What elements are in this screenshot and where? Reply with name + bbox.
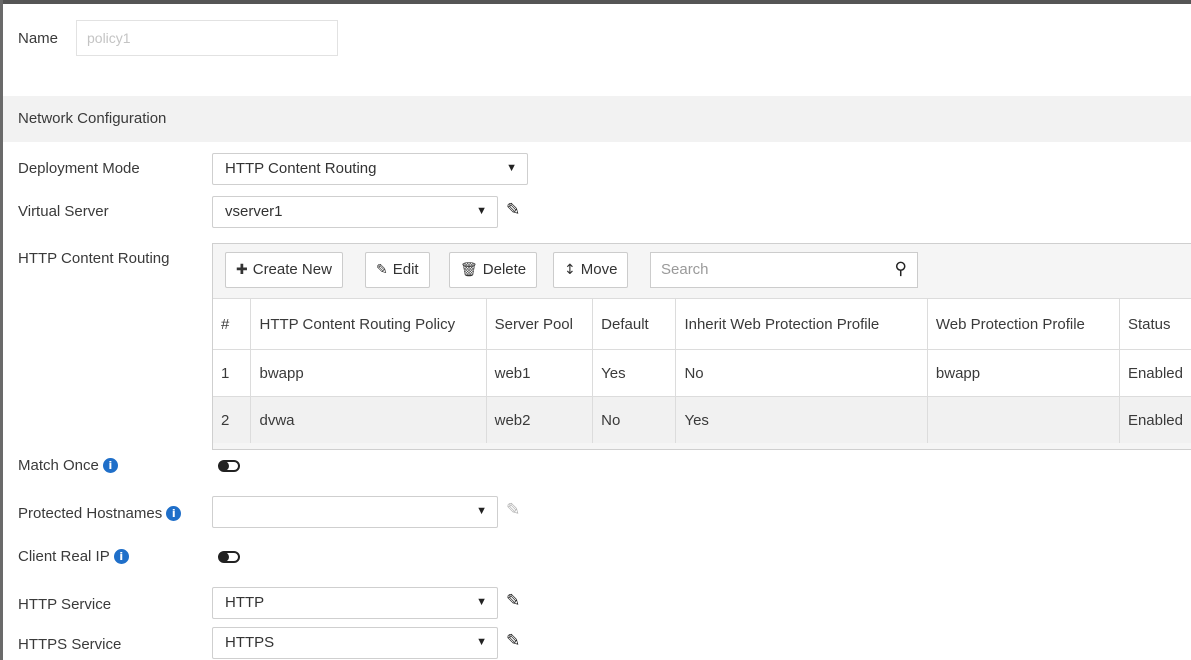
deployment-mode-select[interactable]: HTTP Content Routing ▼ <box>212 153 528 185</box>
create-new-button[interactable]: ✚ Create New <box>225 252 343 288</box>
caret-down-icon: ▼ <box>476 636 487 648</box>
edit-button[interactable]: ✎ Edit <box>365 252 430 288</box>
default-cell: No <box>592 396 677 443</box>
info-icon[interactable]: i <box>102 458 118 473</box>
https-service-label: HTTPS Service <box>18 636 122 653</box>
delete-button[interactable]: 🗑 Delete <box>449 252 538 288</box>
table-row[interactable]: 2 dvwa web2 No Yes Enabled <box>213 396 1191 443</box>
server-pool-cell: web1 <box>486 349 594 397</box>
inherit-cell: Yes <box>675 396 928 443</box>
http-service-select[interactable]: HTTP ▼ <box>212 587 498 619</box>
pencil-icon: ✎ <box>376 262 388 278</box>
plus-icon: ✚ <box>236 262 248 278</box>
search-placeholder: Search <box>661 261 709 278</box>
inherit-cell: No <box>675 349 928 397</box>
protected-hostnames-label: Protected Hostnames i <box>18 505 182 522</box>
http-service-value: HTTP <box>225 594 265 611</box>
info-icon[interactable]: i <box>113 549 129 564</box>
match-once-toggle[interactable] <box>218 460 240 472</box>
trash-icon: 🗑 <box>460 262 478 278</box>
caret-down-icon: ▼ <box>476 596 487 608</box>
create-new-label: Create New <box>252 261 332 278</box>
https-service-select[interactable]: HTTPS ▼ <box>212 627 498 659</box>
deployment-mode-value: HTTP Content Routing <box>225 160 377 177</box>
https-service-value: HTTPS <box>225 634 275 651</box>
search-input[interactable]: Search ⚲ <box>650 252 918 288</box>
toggle-knob <box>219 461 229 471</box>
move-icon: ↕ <box>564 262 576 278</box>
pencil-icon[interactable]: ✎ <box>506 200 520 220</box>
section-title: Network Configuration <box>18 110 167 127</box>
server-pool-cell: web2 <box>486 396 594 443</box>
column-header[interactable]: Status <box>1119 298 1191 350</box>
http-content-routing-panel: ✚ Create New ✎ Edit 🗑 Delete ↕ Move Search ⚲… <box>212 243 1191 450</box>
virtual-server-value: vserver1 <box>225 203 283 220</box>
match-once-label-text: Match Once <box>18 457 99 474</box>
column-header[interactable]: Default <box>592 298 677 350</box>
client-real-ip-label-text: Client Real IP <box>18 548 110 565</box>
web-protection-profile-cell <box>927 396 1120 443</box>
default-cell: Yes <box>592 349 677 397</box>
routing-policy-cell: bwapp <box>250 349 487 397</box>
protected-hostnames-label-text: Protected Hostnames <box>18 505 163 522</box>
column-header[interactable]: Inherit Web Protection Profile <box>675 298 928 350</box>
match-once-label: Match Once i <box>18 457 118 474</box>
column-header[interactable]: # <box>213 298 252 350</box>
row-number: 2 <box>213 396 252 443</box>
status-cell: Enabled <box>1119 349 1191 397</box>
deployment-mode-label: Deployment Mode <box>18 160 140 177</box>
delete-label: Delete <box>482 261 527 278</box>
column-header[interactable]: Server Pool <box>486 298 594 350</box>
pencil-icon[interactable]: ✎ <box>506 631 520 651</box>
table-row[interactable]: 1 bwapp web1 Yes No bwapp Enabled <box>213 349 1191 397</box>
client-real-ip-toggle[interactable] <box>218 551 240 563</box>
window-top-border <box>0 0 1191 4</box>
protected-hostnames-select[interactable]: ▼ <box>212 496 498 528</box>
caret-down-icon: ▼ <box>476 205 487 217</box>
http-service-label: HTTP Service <box>18 596 112 613</box>
toggle-knob <box>219 552 229 562</box>
caret-down-icon: ▼ <box>476 505 487 517</box>
pencil-icon: ✎ <box>506 500 521 519</box>
name-label: Name <box>18 30 59 47</box>
move-button[interactable]: ↕ Move <box>553 252 629 288</box>
pencil-icon[interactable]: ✎ <box>506 591 520 611</box>
name-field[interactable] <box>76 20 338 56</box>
row-number: 1 <box>213 349 252 397</box>
table-header-row: # HTTP Content Routing Policy Server Poo… <box>213 298 1191 350</box>
http-content-routing-label: HTTP Content Routing <box>18 250 170 267</box>
web-protection-profile-cell: bwapp <box>927 349 1120 397</box>
column-header[interactable]: HTTP Content Routing Policy <box>250 298 487 350</box>
routing-policy-cell: dvwa <box>250 396 487 443</box>
client-real-ip-label: Client Real IP i <box>18 548 129 565</box>
network-configuration-header <box>3 96 1191 142</box>
virtual-server-select[interactable]: vserver1 ▼ <box>212 196 498 228</box>
virtual-server-label: Virtual Server <box>18 203 109 220</box>
edit-label: Edit <box>392 261 419 278</box>
move-label: Move <box>580 261 618 278</box>
column-header[interactable]: Web Protection Profile <box>927 298 1120 350</box>
status-cell: Enabled <box>1119 396 1191 443</box>
caret-down-icon: ▼ <box>506 162 517 174</box>
search-icon[interactable]: ⚲ <box>895 259 907 279</box>
content-routing-table: # HTTP Content Routing Policy Server Poo… <box>213 298 1191 443</box>
info-icon[interactable]: i <box>166 506 182 521</box>
